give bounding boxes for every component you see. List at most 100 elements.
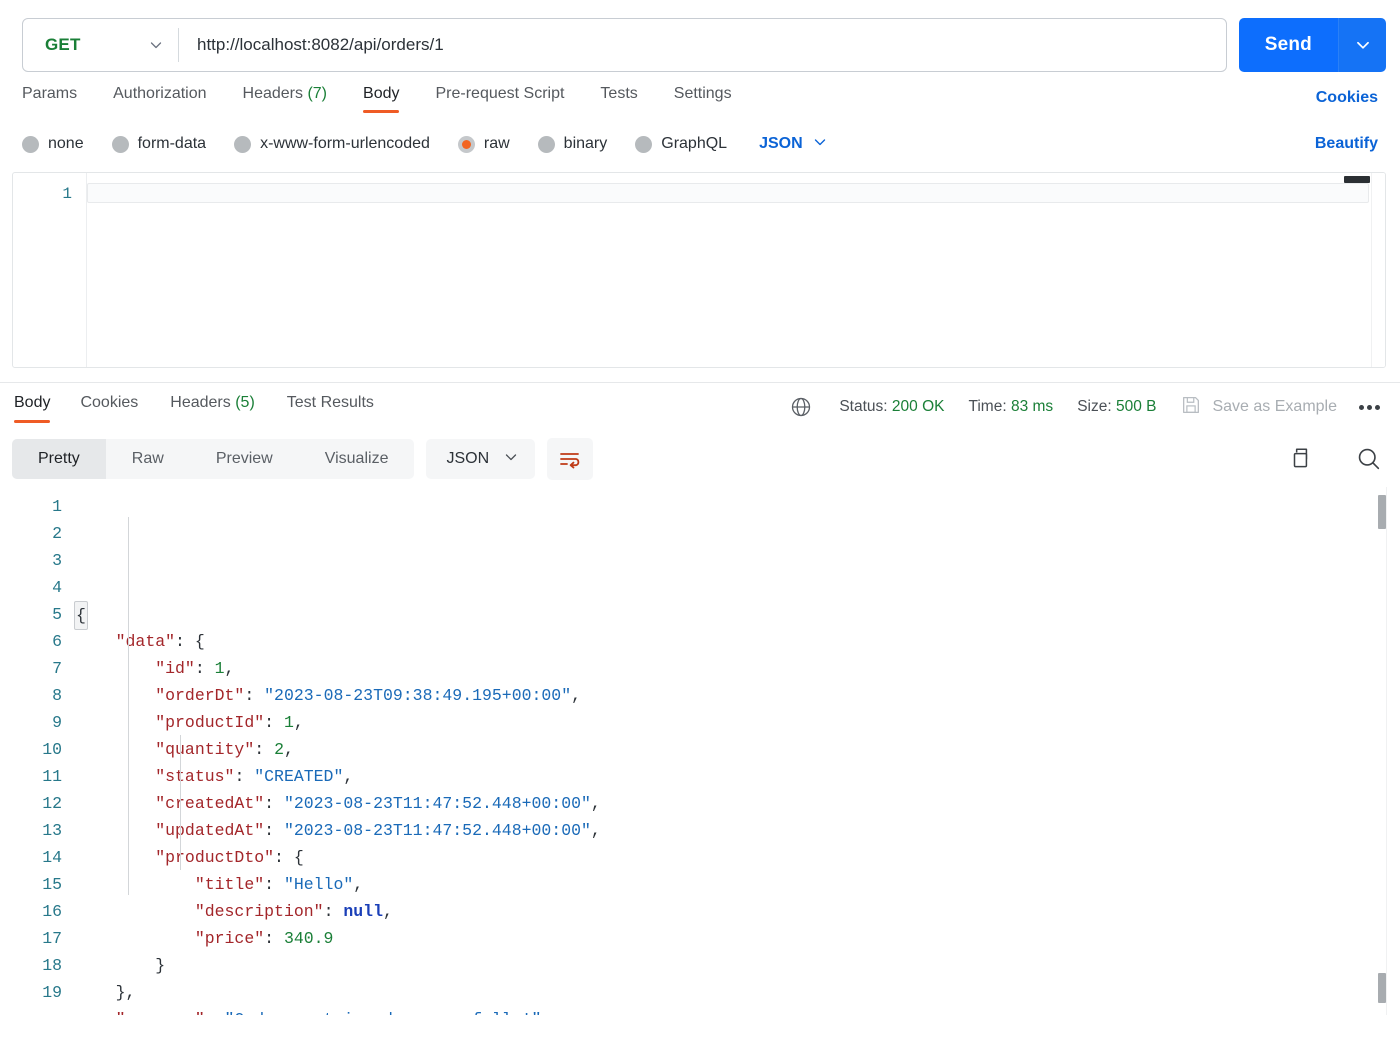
response-format-label: JSON [446, 450, 490, 467]
body-type-form-data[interactable]: form-data [111, 135, 206, 153]
wrap-lines-icon[interactable] [547, 438, 594, 480]
json-token-n: 340.9 [283, 929, 334, 948]
response-tab-test-results[interactable]: Test Results [271, 388, 390, 426]
request-editor-content[interactable] [87, 173, 1385, 367]
response-scroll-thumb-bottom[interactable] [1378, 973, 1386, 1003]
chevron-down-icon [148, 37, 164, 53]
tab-label: Tests [600, 85, 638, 102]
json-line: }, [76, 979, 1400, 1006]
active-line-highlight [87, 183, 1369, 203]
response-body-viewer[interactable]: 1 2 3 4 5 6 7 8 9 10 11 12 13 14 15 16 17 18 19 { "data": … [0, 487, 1400, 1015]
line-number: 12 [42, 794, 62, 813]
tab-authorization[interactable]: Authorization [95, 79, 224, 117]
tab-tests[interactable]: Tests [582, 79, 655, 117]
line-number: 3 [52, 551, 62, 570]
view-mode-preview[interactable]: Preview [190, 439, 299, 479]
json-token-p: , [293, 713, 304, 732]
view-mode-visualize[interactable]: Visualize [299, 439, 415, 479]
json-token-k: "updatedAt" [155, 821, 265, 840]
raw-format-label: JSON [759, 135, 803, 152]
url-input[interactable]: http://localhost:8082/api/orders/1 [179, 19, 1226, 71]
copy-icon[interactable] [1284, 442, 1318, 476]
body-type-none[interactable]: none [22, 135, 84, 153]
body-type-graphql[interactable]: GraphQL [635, 135, 727, 153]
json-token-p: , [343, 767, 354, 786]
time-label: Time: [968, 398, 1007, 415]
body-type-label: raw [483, 135, 510, 152]
radio-icon [635, 135, 653, 153]
raw-format-selector[interactable]: JSON [759, 134, 828, 155]
tab-pre-request-script[interactable]: Pre-request Script [417, 79, 582, 117]
tab-label: Body [363, 85, 400, 102]
response-scroll-thumb-top[interactable] [1378, 495, 1386, 529]
json-token-p: : [244, 686, 265, 705]
tab-label: Cookies [80, 394, 139, 411]
json-line: "createdAt": "2023-08-23T11:47:52.448+00… [76, 790, 1400, 817]
response-format-selector[interactable]: JSON [426, 439, 536, 479]
json-line: "updatedAt": "2023-08-23T11:47:52.448+00… [76, 817, 1400, 844]
line-number: 5 [52, 605, 62, 624]
json-token-p: : [274, 848, 294, 867]
tab-label: Settings [673, 85, 732, 102]
tab-params[interactable]: Params [22, 79, 95, 117]
view-mode-pretty[interactable]: Pretty [12, 439, 106, 479]
time-meta: Time: 83 ms [968, 398, 1053, 416]
json-token-s: "2023-08-23T09:38:49.195+00:00" [264, 686, 572, 705]
send-options-button[interactable] [1338, 18, 1386, 72]
search-icon[interactable] [1352, 442, 1386, 476]
line-number: 15 [42, 875, 62, 894]
json-token-n: 1 [283, 713, 294, 732]
more-horizontal-icon[interactable] [1359, 404, 1380, 410]
tab-body[interactable]: Body [345, 79, 417, 117]
save-as-example-button[interactable]: Save as Example [1180, 394, 1337, 421]
cookies-link[interactable]: Cookies [1316, 89, 1378, 107]
json-line: "description": null, [76, 898, 1400, 925]
json-token-p: , [283, 740, 294, 759]
response-json-content[interactable]: { "data": { "id": 1, "orderDt": "2023-08… [74, 487, 1400, 1015]
line-number: 2 [52, 524, 62, 543]
line-number: 7 [52, 659, 62, 678]
json-token-n: 1 [214, 659, 225, 678]
json-line: "productId": 1, [76, 709, 1400, 736]
response-tab-headers[interactable]: Headers (5) [154, 388, 271, 426]
response-tab-cookies[interactable]: Cookies [64, 388, 154, 426]
status-label: Status: [839, 398, 888, 415]
response-tab-body[interactable]: Body [12, 388, 64, 426]
request-body-editor[interactable]: 1 [12, 172, 1386, 368]
size-value: 500 B [1115, 398, 1157, 415]
request-editor-scrollbar[interactable] [1371, 173, 1385, 367]
body-type-raw[interactable]: raw [457, 135, 510, 153]
body-type-x-www-form-urlencoded[interactable]: x-www-form-urlencoded [234, 135, 430, 153]
response-gutter: 1 2 3 4 5 6 7 8 9 10 11 12 13 14 15 16 17 18 19 [0, 487, 76, 1015]
json-token-p: } [155, 956, 166, 975]
tab-label: Headers [170, 394, 231, 411]
line-number: 8 [52, 686, 62, 705]
url-bar-row: GET http://localhost:8082/api/orders/1 S… [0, 0, 1400, 76]
response-scrollbar[interactable] [1386, 487, 1400, 1015]
tab-settings[interactable]: Settings [656, 79, 750, 117]
method-selector[interactable]: GET [23, 19, 178, 71]
json-token-p: : [264, 929, 284, 948]
beautify-link[interactable]: Beautify [1315, 135, 1378, 153]
request-editor-gutter: 1 [13, 173, 87, 367]
tab-headers[interactable]: Headers (7) [225, 79, 346, 117]
chevron-down-icon [812, 134, 828, 155]
request-tabs: Params Authorization Headers (7) Body Pr… [0, 76, 1400, 120]
send-button[interactable]: Send [1238, 18, 1338, 72]
json-line: "status": "CREATED", [76, 763, 1400, 790]
indent-guide [180, 735, 181, 870]
request-editor-scroll-thumb[interactable] [1344, 176, 1370, 183]
method-label: GET [45, 35, 81, 54]
json-token-s: "2023-08-23T11:47:52.448+00:00" [283, 821, 591, 840]
body-type-label: none [48, 135, 84, 152]
view-mode-raw[interactable]: Raw [106, 439, 190, 479]
body-type-binary[interactable]: binary [537, 135, 607, 153]
